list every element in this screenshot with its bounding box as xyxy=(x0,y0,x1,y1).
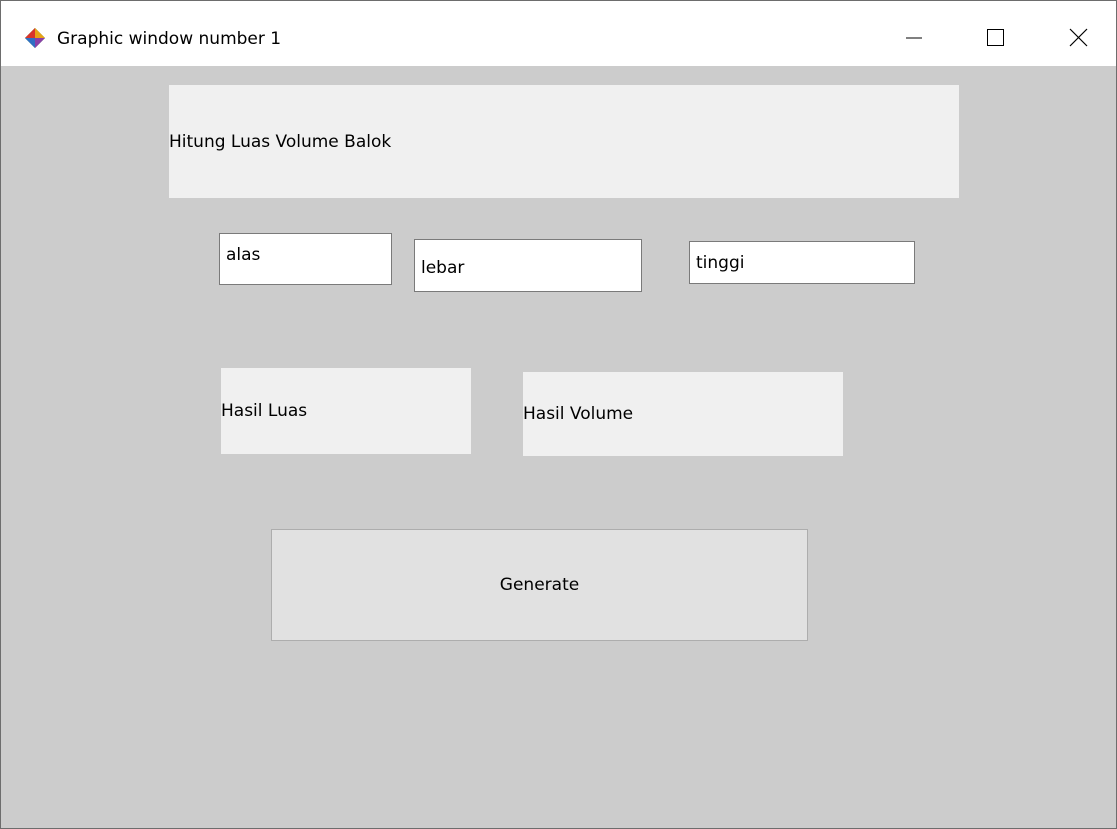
alas-input[interactable] xyxy=(219,233,392,285)
hasil-luas-label: Hasil Luas xyxy=(221,368,471,454)
maximize-button[interactable] xyxy=(973,17,1017,59)
heading-label: Hitung Luas Volume Balok xyxy=(169,85,959,198)
lebar-input[interactable] xyxy=(414,239,642,292)
figure-client-area: Hitung Luas Volume Balok Hasil Luas Hasi… xyxy=(1,66,1116,828)
close-button[interactable] xyxy=(1057,17,1101,59)
hasil-volume-text: Hasil Volume xyxy=(523,404,634,424)
minimize-button[interactable] xyxy=(892,17,936,59)
heading-text: Hitung Luas Volume Balok xyxy=(169,131,392,152)
graphic-window: Graphic window number 1 Hitung Luas Volu… xyxy=(0,0,1117,829)
scilab-diamond-icon xyxy=(25,28,45,48)
generate-button[interactable]: Generate xyxy=(271,529,808,641)
tinggi-input[interactable] xyxy=(689,241,915,284)
title-bar[interactable]: Graphic window number 1 xyxy=(1,1,1116,66)
hasil-luas-text: Hasil Luas xyxy=(221,401,308,421)
hasil-volume-label: Hasil Volume xyxy=(523,372,843,456)
window-title: Graphic window number 1 xyxy=(57,29,282,49)
